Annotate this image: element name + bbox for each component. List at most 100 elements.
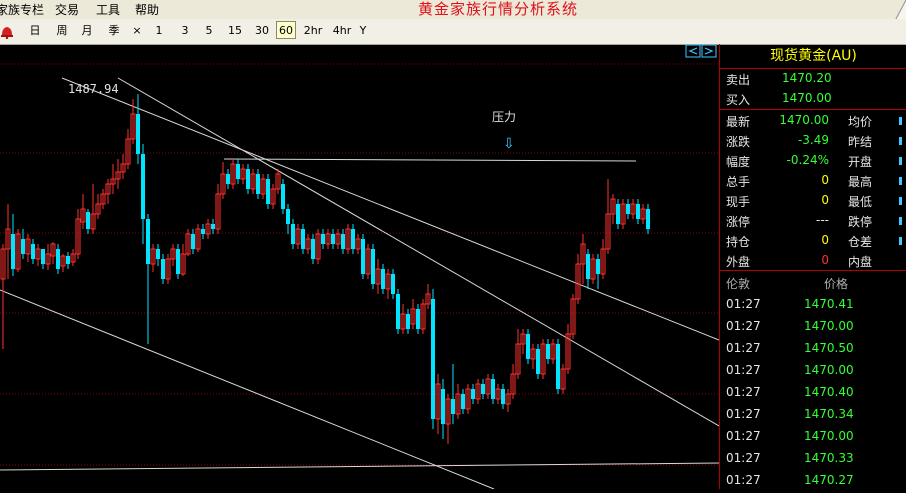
period-button-Y[interactable]: Y [356, 22, 370, 40]
candle-body [596, 259, 600, 274]
period-button-5[interactable]: 5 [202, 22, 216, 40]
quote-label-secondary: 最低 [848, 195, 873, 209]
quote-value: -3.49 [797, 133, 829, 147]
quote-row: 幅度 -0.24% 开盘 [720, 151, 906, 171]
menu-help[interactable]: 帮助 [135, 1, 159, 18]
candle-body [136, 114, 140, 154]
candle-body [211, 224, 215, 229]
trade-price: 1470.40 [804, 385, 854, 399]
candle-body [381, 269, 385, 289]
candle-body [311, 239, 315, 259]
candle-body [536, 349, 540, 374]
period-button-30[interactable]: 30 [251, 22, 273, 40]
candle-body [461, 394, 465, 409]
period-button-月[interactable]: 月 [77, 22, 97, 40]
period-button-×[interactable]: × [130, 22, 144, 40]
quote-row: 现手 0 最低 [720, 191, 906, 211]
candle-body [56, 249, 60, 269]
trade-price: 1470.34 [804, 407, 854, 421]
trade-row: 01:27 1470.33 [720, 448, 906, 470]
candle-body [361, 239, 365, 274]
candle-body [431, 299, 435, 419]
candle-body [406, 314, 410, 329]
candle-body [236, 164, 240, 179]
pressure-annotation: 压力 [492, 110, 516, 124]
quote-value: 0 [821, 233, 829, 247]
menu-tools[interactable]: 工具 [96, 1, 120, 18]
candle-body [21, 239, 25, 254]
quote-label: 幅度 [726, 155, 751, 169]
trade-row: 01:27 1470.00 [720, 426, 906, 448]
period-button-60[interactable]: 60 [276, 21, 296, 39]
menu-trade[interactable]: 交易 [55, 1, 79, 18]
candle-body [286, 209, 290, 224]
candlestick-chart[interactable]: 1487.94 压力 ⇩ [0, 44, 720, 490]
value-tick-mark [899, 197, 902, 205]
quote-row: 持仓 0 仓差 [720, 231, 906, 251]
value-tick-mark [899, 237, 902, 245]
trend-line [223, 158, 637, 162]
value-tick-mark [899, 217, 902, 225]
value-tick-mark [899, 177, 902, 185]
candle-body [556, 344, 560, 389]
candle-body [201, 229, 205, 234]
bell-icon[interactable] [0, 23, 14, 39]
candle-body [341, 234, 345, 249]
candle-body [616, 204, 620, 224]
quote-label: 总手 [726, 175, 751, 189]
period-button-15[interactable]: 15 [224, 22, 246, 40]
period-button-周[interactable]: 周 [52, 22, 72, 40]
trade-time: 01:27 [726, 473, 761, 487]
trade-time: 01:27 [726, 407, 761, 421]
period-toolbar: 日周月季 × 1 3 5 15 30 60 2hr 4hr Y [0, 19, 906, 45]
candle-body [226, 174, 230, 184]
chart-canvas[interactable]: 1487.94 压力 ⇩ [0, 44, 720, 490]
candle-body [291, 224, 295, 244]
candle-body [636, 204, 640, 219]
candle-body [371, 249, 375, 284]
quote-row: 外盘 0 内盘 [720, 251, 906, 271]
value-tick-mark [899, 137, 902, 145]
quote-label-secondary: 均价 [848, 115, 873, 129]
candle-body [586, 254, 590, 279]
trade-time: 01:27 [726, 363, 761, 377]
trade-row: 01:27 1470.00 [720, 316, 906, 338]
trade-price: 1470.33 [804, 451, 854, 465]
quote-label: 外盘 [726, 255, 751, 269]
sell-label: 卖出 [726, 73, 751, 87]
sell-value: 1470.20 [782, 71, 832, 85]
quote-label: 持仓 [726, 235, 751, 249]
period-button-2hr[interactable]: 2hr [300, 22, 326, 40]
candle-body [491, 379, 495, 399]
buy-row: 买入 1470.00 [720, 89, 906, 109]
quote-label-secondary: 最高 [848, 175, 873, 189]
quote-label: 涨停 [726, 215, 751, 229]
panel-divider [720, 109, 906, 110]
candle-body [246, 169, 250, 189]
scroll-right-icon[interactable] [701, 44, 717, 58]
candle-body [256, 174, 260, 194]
quote-label-secondary: 内盘 [848, 255, 873, 269]
candle-body [146, 219, 150, 264]
instrument-title: 现货黄金(AU) [720, 44, 906, 69]
trade-time: 01:27 [726, 429, 761, 443]
trend-line [0, 462, 720, 471]
period-button-4hr[interactable]: 4hr [329, 22, 355, 40]
quote-row: 最新 1470.00 均价 [720, 111, 906, 131]
quote-label-secondary: 仓差 [848, 235, 873, 249]
trade-time: 01:27 [726, 451, 761, 465]
period-button-1[interactable]: 1 [152, 22, 166, 40]
period-button-日[interactable]: 日 [27, 22, 43, 40]
period-button-3[interactable]: 3 [178, 22, 192, 40]
menu-family-column[interactable]: 家族专栏 [0, 1, 44, 18]
value-tick-mark [899, 157, 902, 165]
period-button-季[interactable]: 季 [104, 22, 124, 40]
value-tick-mark [899, 117, 902, 125]
candle-body [471, 389, 475, 399]
quote-row: 涨停 --- 跌停 [720, 211, 906, 231]
quote-value: --- [816, 213, 829, 227]
candle-body [66, 256, 70, 264]
quote-value: 0 [821, 253, 829, 267]
scroll-left-icon[interactable] [685, 44, 701, 58]
menu-bar: 家族专栏 交易 工具 帮助 黄金家族行情分析系统 [0, 0, 906, 34]
